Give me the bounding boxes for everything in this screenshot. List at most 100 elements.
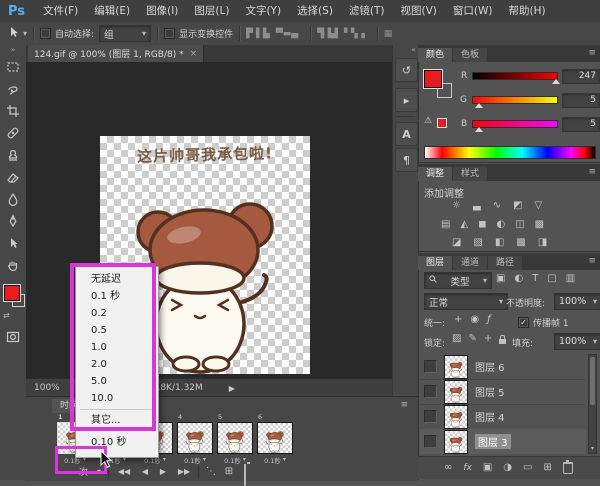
scrollbar-thumb[interactable] bbox=[590, 357, 595, 405]
layer-name-editing[interactable]: 图层 3 bbox=[475, 434, 511, 449]
channel-mixer-icon[interactable]: ◫ bbox=[515, 220, 524, 230]
blend-mode-dropdown[interactable]: 正常 ▾ bbox=[424, 293, 508, 310]
panel-menu-icon[interactable]: ≡ bbox=[400, 400, 408, 410]
blue-value-field[interactable]: 5 bbox=[562, 117, 600, 132]
color-lookup-icon[interactable]: ▩ bbox=[535, 220, 544, 230]
marquee-tool[interactable] bbox=[3, 57, 23, 77]
new-layer-icon[interactable]: ⊞ bbox=[543, 463, 551, 473]
actions-panel-icon[interactable]: ▸ bbox=[395, 88, 418, 112]
delete-layer-icon[interactable] bbox=[562, 460, 573, 474]
healing-brush-tool[interactable] bbox=[3, 123, 23, 143]
green-slider[interactable] bbox=[472, 96, 558, 108]
tool-preset-arrow-icon[interactable]: ▾ bbox=[23, 29, 27, 38]
menu-view[interactable]: 视图(V) bbox=[393, 0, 445, 22]
blue-slider-thumb[interactable] bbox=[474, 127, 483, 132]
adjustment-layer-icon[interactable]: ◑ bbox=[503, 463, 512, 473]
layer-row[interactable]: 图层 5 bbox=[420, 379, 586, 405]
blue-slider[interactable] bbox=[472, 120, 558, 132]
layer-mask-icon[interactable]: ▣ bbox=[483, 463, 492, 473]
frame-delay-dropdown[interactable]: 0.1秒 ▾ bbox=[257, 454, 293, 465]
pen-tool[interactable] bbox=[3, 211, 23, 231]
new-group-icon[interactable]: ▭ bbox=[523, 463, 532, 473]
scrollbar-down-icon[interactable]: ▾ bbox=[589, 445, 596, 453]
close-icon[interactable]: × bbox=[190, 49, 198, 59]
path-select-tool[interactable] bbox=[3, 233, 23, 253]
clone-stamp-tool[interactable] bbox=[3, 145, 23, 165]
tab-paths[interactable]: 路径 bbox=[488, 256, 523, 270]
collapse-dock-icon[interactable]: « bbox=[393, 45, 419, 55]
tab-layers[interactable]: 图层 bbox=[418, 256, 453, 270]
next-frame-button[interactable]: ▶▶ bbox=[174, 465, 194, 478]
layer-visibility-toggle[interactable] bbox=[424, 410, 437, 423]
animation-frame[interactable]: 6 0.1秒 ▾ bbox=[257, 414, 293, 465]
filter-adjustment-layers-icon[interactable]: ◐ bbox=[514, 274, 523, 284]
duplicate-frame-button[interactable]: ⊞ bbox=[222, 465, 236, 478]
layer-name[interactable]: 图层 4 bbox=[475, 409, 505, 424]
gamut-warning-icon[interactable]: ⚠ bbox=[424, 116, 432, 126]
threshold-icon[interactable]: ◧ bbox=[495, 238, 504, 248]
frame-delay-dropdown[interactable]: 0.1秒 ▾ bbox=[177, 454, 213, 465]
hand-tool[interactable] bbox=[3, 255, 23, 275]
foreground-color-swatch[interactable] bbox=[4, 285, 20, 301]
layer-thumbnail[interactable] bbox=[444, 404, 468, 429]
black-white-icon[interactable]: ◼ bbox=[478, 220, 486, 230]
eraser-tool[interactable] bbox=[3, 167, 23, 187]
lock-transparency-icon[interactable]: ▨ bbox=[452, 334, 461, 344]
layer-row[interactable]: 图层 6 bbox=[420, 354, 586, 380]
layer-filter-dropdown[interactable]: 类型 ▾ bbox=[424, 272, 492, 289]
tab-channels[interactable]: 通道 bbox=[453, 256, 488, 270]
auto-select-checkbox[interactable] bbox=[40, 28, 52, 39]
red-slider-thumb[interactable] bbox=[551, 79, 560, 84]
menu-file[interactable]: 文件(F) bbox=[35, 0, 86, 22]
show-transform-checkbox[interactable] bbox=[164, 28, 176, 39]
layer-style-icon[interactable]: fx bbox=[463, 463, 472, 473]
invert-icon[interactable]: ◪ bbox=[452, 238, 461, 248]
curves-icon[interactable]: ∿ bbox=[493, 201, 501, 211]
lasso-tool[interactable] bbox=[3, 79, 23, 99]
color-spectrum-ramp[interactable] bbox=[424, 146, 596, 159]
layer-visibility-toggle[interactable] bbox=[424, 360, 437, 373]
exposure-icon[interactable]: ◩ bbox=[513, 201, 522, 211]
panel-menu-icon[interactable]: ≡ bbox=[588, 167, 596, 177]
tab-color[interactable]: 颜色 bbox=[418, 48, 453, 62]
play-button[interactable]: ▶ bbox=[156, 465, 170, 478]
gradient-map-icon[interactable]: ▩ bbox=[516, 238, 525, 248]
tween-button[interactable]: ⋱ bbox=[204, 465, 218, 478]
unify-style-icon[interactable]: ƒ bbox=[487, 315, 491, 325]
animation-frame[interactable]: 4 0.1秒 ▾ bbox=[177, 414, 213, 465]
levels-icon[interactable]: ▃ bbox=[473, 201, 481, 211]
filter-pixel-layers-icon[interactable]: ▣ bbox=[496, 274, 505, 284]
layer-row[interactable]: 图层 4 bbox=[420, 404, 586, 430]
unify-visibility-icon[interactable]: ◉ bbox=[470, 315, 479, 325]
layer-name[interactable]: 图层 5 bbox=[475, 384, 505, 399]
unify-position-icon[interactable]: + bbox=[454, 315, 462, 325]
auto-select-dropdown[interactable]: 组 ▾ bbox=[99, 25, 152, 42]
layer-row-selected[interactable]: 图层 3 bbox=[420, 429, 586, 454]
menu-help[interactable]: 帮助(H) bbox=[501, 0, 554, 22]
layers-scrollbar[interactable]: ▾ bbox=[588, 354, 597, 454]
photo-filter-icon[interactable]: ◐ bbox=[496, 220, 505, 230]
character-panel-icon[interactable]: A bbox=[395, 122, 418, 146]
menu-edit[interactable]: 编辑(E) bbox=[86, 0, 138, 22]
menu-type[interactable]: 文字(Y) bbox=[237, 0, 289, 22]
hue-saturation-icon[interactable]: ▤ bbox=[441, 220, 450, 230]
opacity-field[interactable]: 100% ▾ bbox=[554, 293, 600, 310]
menu-filter[interactable]: 滤镜(T) bbox=[341, 0, 393, 22]
delete-frame-button[interactable] bbox=[244, 464, 246, 486]
layer-thumbnail[interactable] bbox=[444, 354, 468, 379]
tab-styles[interactable]: 样式 bbox=[453, 167, 488, 181]
vibrance-icon[interactable]: ▽ bbox=[535, 201, 543, 211]
swap-colors-icon[interactable]: ⇄ bbox=[3, 311, 10, 320]
frame-thumbnail[interactable] bbox=[257, 422, 293, 454]
link-layers-icon[interactable]: ∞ bbox=[444, 463, 452, 473]
menu-select[interactable]: 选择(S) bbox=[289, 0, 341, 22]
tab-adjustments[interactable]: 调整 bbox=[418, 167, 453, 181]
document-tab[interactable]: 124.gif @ 100% (图层 1, RGB/8) * × bbox=[28, 45, 205, 62]
brightness-contrast-icon[interactable]: ☼ bbox=[452, 201, 461, 211]
layer-visibility-toggle[interactable] bbox=[424, 385, 437, 398]
red-slider[interactable] bbox=[472, 72, 560, 84]
status-menu-arrow-icon[interactable]: ▶ bbox=[229, 384, 235, 393]
filter-shape-layers-icon[interactable]: ▢ bbox=[547, 274, 556, 284]
selective-color-icon[interactable]: ◨ bbox=[538, 238, 547, 248]
collapse-toolbar-icon[interactable]: » bbox=[0, 45, 26, 55]
